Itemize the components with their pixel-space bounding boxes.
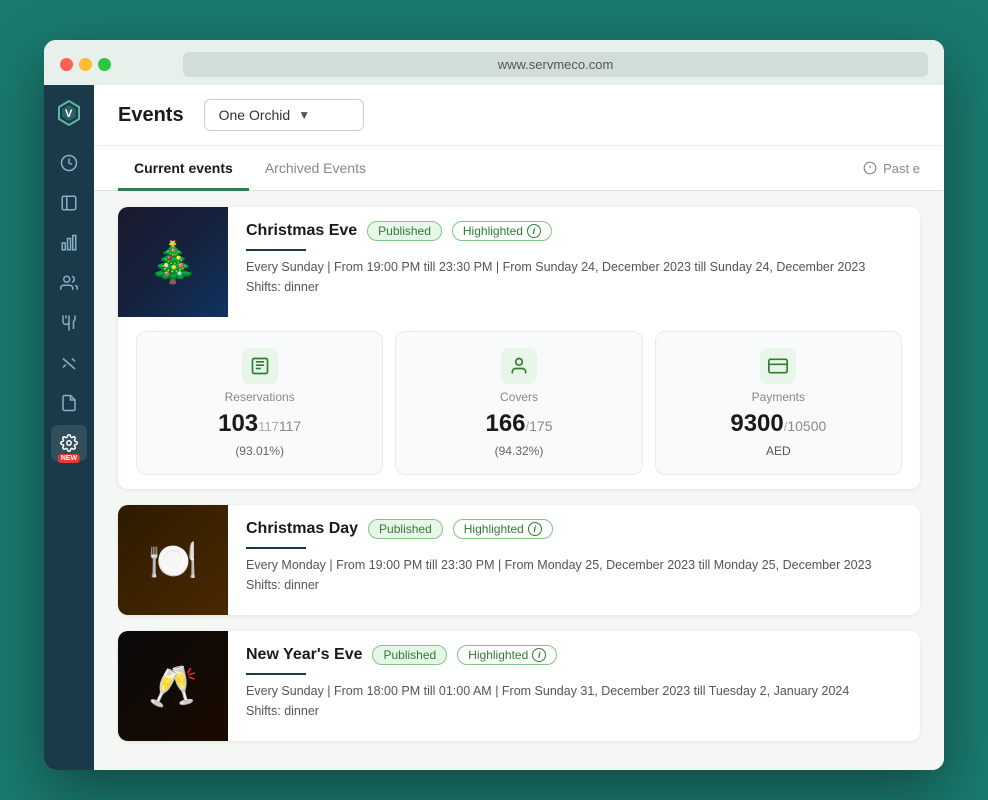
title-underline xyxy=(246,673,306,675)
stat-card-covers: Covers 166/175 (94.32%) xyxy=(395,331,642,475)
highlighted-badge: Highlighted i xyxy=(452,221,552,241)
highlighted-badge: Highlighted i xyxy=(453,519,553,539)
event-image-nye xyxy=(118,631,228,741)
stat-percent-reservations: (93.01%) xyxy=(235,444,284,458)
traffic-lights xyxy=(60,58,111,71)
stat-value-reservations: 103117117 xyxy=(218,410,301,438)
stat-card-payments: Payments 9300/10500 AED xyxy=(655,331,902,475)
sidebar-item-analytics[interactable] xyxy=(51,225,87,261)
event-title: Christmas Eve xyxy=(246,222,357,240)
event-header: Christmas Day Published Highlighted i Ev… xyxy=(118,505,920,615)
info-icon: i xyxy=(528,522,542,536)
main-content: Events One Orchid ▼ Current events Archi… xyxy=(94,85,944,770)
sidebar: V xyxy=(44,85,94,770)
venue-selector[interactable]: One Orchid ▼ xyxy=(204,99,364,131)
covers-icon xyxy=(501,348,537,384)
venue-name: One Orchid xyxy=(219,107,291,123)
event-card-christmas-day: Christmas Day Published Highlighted i Ev… xyxy=(118,505,920,615)
sidebar-item-settings[interactable]: NEW xyxy=(51,425,87,461)
stat-value-covers: 166/175 xyxy=(485,410,552,438)
stat-percent-covers: (94.32%) xyxy=(495,444,544,458)
payments-icon xyxy=(760,348,796,384)
stat-label-reservations: Reservations xyxy=(225,390,295,404)
app-logo: V xyxy=(51,95,87,131)
stat-card-reservations: Reservations 103117117 (93.01%) xyxy=(136,331,383,475)
tab-current-events[interactable]: Current events xyxy=(118,146,249,191)
event-info-christmas-eve: Christmas Eve Published Highlighted i Ev… xyxy=(228,207,920,317)
chevron-down-icon: ▼ xyxy=(298,108,310,122)
sidebar-item-users[interactable] xyxy=(51,265,87,301)
event-image-christmas-eve xyxy=(118,207,228,317)
event-card-nye: New Year's Eve Published Highlighted i E… xyxy=(118,631,920,741)
app-layout: V xyxy=(44,85,944,770)
event-info-nye: New Year's Eve Published Highlighted i E… xyxy=(228,631,920,741)
sidebar-item-contacts[interactable] xyxy=(51,185,87,221)
event-schedule: Every Sunday | From 18:00 PM till 01:00 … xyxy=(246,681,902,721)
sidebar-item-tools[interactable] xyxy=(51,345,87,381)
event-title-row: New Year's Eve Published Highlighted i xyxy=(246,645,902,665)
info-icon: i xyxy=(532,648,546,662)
sidebar-item-fork[interactable] xyxy=(51,305,87,341)
title-underline xyxy=(246,249,306,251)
tabs-bar: Current events Archived Events Past e xyxy=(94,146,944,191)
event-schedule: Every Monday | From 19:00 PM till 23:30 … xyxy=(246,555,902,595)
title-underline xyxy=(246,547,306,549)
page-title: Events xyxy=(118,104,184,127)
stat-value-payments: 9300/10500 xyxy=(730,410,826,438)
tab-archived-events[interactable]: Archived Events xyxy=(249,146,382,191)
event-schedule: Every Sunday | From 19:00 PM till 23:30 … xyxy=(246,257,902,297)
event-header: Christmas Eve Published Highlighted i Ev… xyxy=(118,207,920,317)
past-events-label: Past e xyxy=(883,161,920,176)
address-bar[interactable]: www.servmeco.com xyxy=(183,52,928,77)
highlighted-badge: Highlighted i xyxy=(457,645,557,665)
stat-currency: AED xyxy=(766,444,791,458)
browser-window: www.servmeco.com V xyxy=(44,40,944,770)
event-image-christmas-day xyxy=(118,505,228,615)
published-badge: Published xyxy=(372,645,447,665)
event-card-christmas-eve: Christmas Eve Published Highlighted i Ev… xyxy=(118,207,920,489)
stat-label-covers: Covers xyxy=(500,390,538,404)
minimize-button[interactable] xyxy=(79,58,92,71)
info-icon: i xyxy=(527,224,541,238)
published-badge: Published xyxy=(367,221,442,241)
events-list: Christmas Eve Published Highlighted i Ev… xyxy=(94,191,944,770)
header: Events One Orchid ▼ xyxy=(94,85,944,146)
published-badge: Published xyxy=(368,519,443,539)
reservations-icon xyxy=(242,348,278,384)
sidebar-item-history[interactable] xyxy=(51,145,87,181)
svg-text:V: V xyxy=(65,108,73,120)
event-title: Christmas Day xyxy=(246,520,358,538)
event-header: New Year's Eve Published Highlighted i E… xyxy=(118,631,920,741)
stat-label-payments: Payments xyxy=(752,390,805,404)
event-info-christmas-day: Christmas Day Published Highlighted i Ev… xyxy=(228,505,920,615)
browser-chrome: www.servmeco.com xyxy=(44,40,944,85)
maximize-button[interactable] xyxy=(98,58,111,71)
new-badge: NEW xyxy=(58,454,80,463)
event-title-row: Christmas Eve Published Highlighted i xyxy=(246,221,902,241)
event-title: New Year's Eve xyxy=(246,646,362,664)
close-button[interactable] xyxy=(60,58,73,71)
event-title-row: Christmas Day Published Highlighted i xyxy=(246,519,902,539)
sidebar-item-documents[interactable] xyxy=(51,385,87,421)
stats-row: Reservations 103117117 (93.01%) xyxy=(118,317,920,489)
past-events-button[interactable]: Past e xyxy=(863,161,920,176)
